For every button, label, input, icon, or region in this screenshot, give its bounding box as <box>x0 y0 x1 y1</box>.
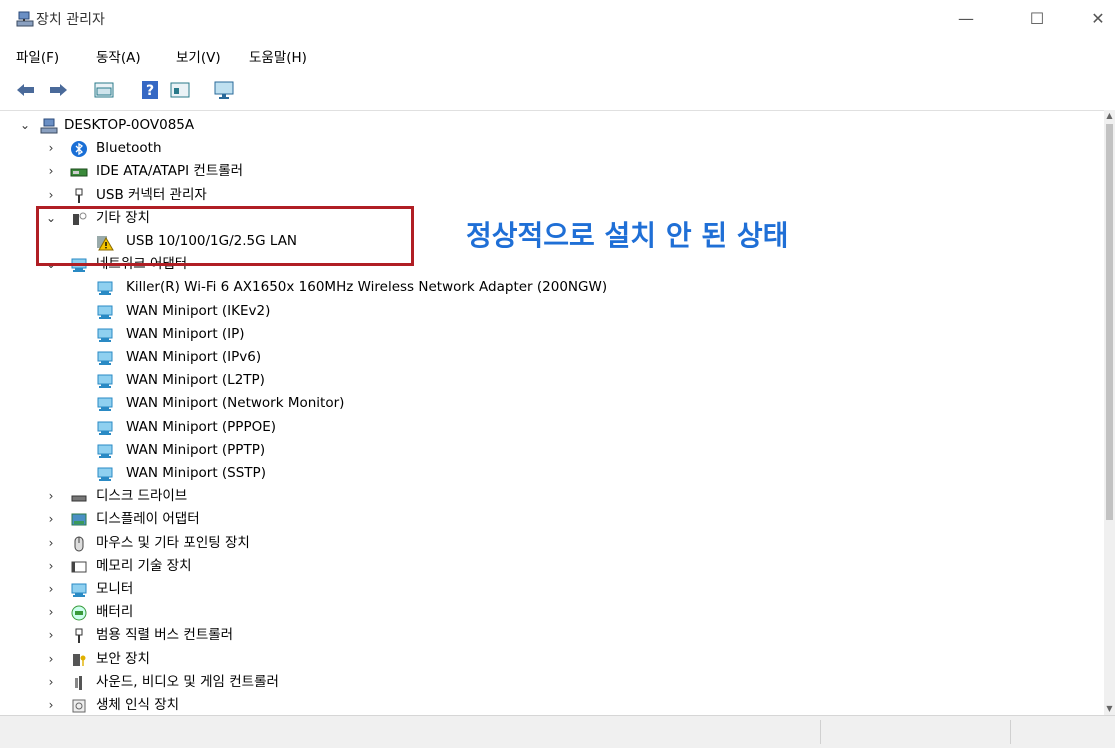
mouse-icon <box>74 536 84 552</box>
tree-label: 사운드, 비디오 및 게임 컨트롤러 <box>96 673 279 690</box>
menu-file[interactable]: 파일(F) <box>16 46 59 66</box>
battery-icon <box>71 605 87 621</box>
root-label: DESKTOP-0OV085A <box>64 117 195 133</box>
chevron-right-icon[interactable]: › <box>44 648 58 671</box>
tree-label: WAN Miniport (IKEv2) <box>126 302 271 319</box>
tree-label: USB 커넥터 관리자 <box>96 186 207 203</box>
monitor-icon[interactable] <box>212 78 236 102</box>
ide-controller-icon <box>70 168 88 177</box>
device-manager-icon <box>16 11 34 27</box>
menu-view[interactable]: 보기(V) <box>176 46 221 66</box>
tree-label: WAN Miniport (PPTP) <box>126 441 266 458</box>
sound-icon <box>75 675 82 690</box>
svg-text:?: ? <box>146 83 154 99</box>
network-adapter-icon <box>97 281 113 296</box>
network-adapter-icon <box>97 467 113 481</box>
network-adapter-icon <box>97 328 113 342</box>
monitor-icon <box>71 583 87 597</box>
menu-help[interactable]: 도움말(H) <box>249 46 307 66</box>
tree-label: WAN Miniport (PPPOE) <box>126 418 277 435</box>
tree-label: 생체 인식 장치 <box>96 697 180 713</box>
chevron-right-icon[interactable]: › <box>44 601 58 624</box>
device-tree[interactable]: ⌄ DESKTOP-0OV085A › Bluetooth › IDE ATA/ATA… <box>0 110 1104 715</box>
chevron-right-icon[interactable]: › <box>44 160 58 183</box>
computer-icon <box>40 118 58 134</box>
chevron-right-icon[interactable]: › <box>44 532 58 555</box>
maximize-button[interactable]: ☐ <box>1017 6 1057 32</box>
bluetooth-icon <box>71 141 87 158</box>
network-adapter-icon <box>97 397 113 412</box>
chevron-down-icon[interactable]: ⌄ <box>18 114 32 137</box>
properties-icon[interactable] <box>92 78 116 102</box>
status-divider <box>820 720 821 744</box>
close-button[interactable]: ✕ <box>1078 6 1115 32</box>
tree-label: 모니터 <box>96 581 134 597</box>
tree-label: WAN Miniport (IPv6) <box>126 349 262 365</box>
scroll-down-icon[interactable]: ▼ <box>1104 703 1115 715</box>
toolbar: ? <box>0 70 1115 111</box>
menu-bar: 파일(F) 동작(A) 보기(V) 도움말(H) <box>0 40 1115 70</box>
help-icon[interactable]: ? <box>138 78 162 102</box>
memory-device-icon <box>71 561 87 573</box>
usb-controller-icon <box>75 628 83 644</box>
tree-label: Killer(R) Wi-Fi 6 AX1650x 160MHz Wireles… <box>126 279 608 296</box>
usb-connector-icon <box>75 188 83 203</box>
tree-label: IDE ATA/ATAPI 컨트롤러 <box>96 163 244 180</box>
chevron-right-icon[interactable]: › <box>44 137 58 160</box>
status-bar <box>0 715 1115 748</box>
network-adapter-icon <box>97 444 113 458</box>
highlight-box <box>36 206 414 266</box>
title-bar: 장치 관리자 — ☐ ✕ <box>0 0 1115 40</box>
back-icon[interactable] <box>14 78 38 102</box>
status-divider <box>1010 720 1011 744</box>
tree-label: 디스플레이 어댑터 <box>96 511 200 528</box>
tree-label: WAN Miniport (SSTP) <box>126 465 266 481</box>
network-adapter-icon <box>97 351 113 365</box>
chevron-right-icon[interactable]: › <box>44 555 58 578</box>
chevron-right-icon[interactable]: › <box>44 578 58 601</box>
vertical-scrollbar[interactable]: ▲ ▼ <box>1104 110 1115 715</box>
tree-label: 배터리 <box>96 604 134 621</box>
display-adapter-icon <box>71 513 87 526</box>
security-device-icon <box>73 653 86 666</box>
network-adapter-icon <box>97 421 113 435</box>
minimize-button[interactable]: — <box>946 6 986 32</box>
tree-label: Bluetooth <box>96 140 162 157</box>
tree-label: WAN Miniport (L2TP) <box>126 372 265 389</box>
tree-label: 디스크 드라이브 <box>96 488 188 505</box>
update-driver-icon[interactable] <box>168 78 192 102</box>
chevron-right-icon[interactable]: › <box>44 485 58 508</box>
window-title: 장치 관리자 <box>36 12 105 28</box>
forward-icon[interactable] <box>46 78 70 102</box>
chevron-right-icon[interactable]: › <box>44 671 58 694</box>
scroll-thumb[interactable] <box>1106 124 1113 520</box>
scroll-up-icon[interactable]: ▲ <box>1104 110 1115 122</box>
network-adapter-icon <box>97 305 113 319</box>
tree-label: WAN Miniport (IP) <box>126 325 245 342</box>
tree-label: 마우스 및 기타 포인팅 장치 <box>96 534 250 551</box>
chevron-right-icon[interactable]: › <box>44 184 58 207</box>
network-adapter-icon <box>97 374 113 389</box>
disk-drive-icon <box>71 495 87 502</box>
tree-label: WAN Miniport (Network Monitor) <box>126 395 345 412</box>
tree-label: 메모리 기술 장치 <box>96 557 192 574</box>
chevron-right-icon[interactable]: › <box>44 508 58 531</box>
annotation-text: 정상적으로 설치 안 된 상태 <box>466 219 789 252</box>
chevron-right-icon[interactable]: › <box>44 694 58 715</box>
menu-action[interactable]: 동작(A) <box>96 46 141 66</box>
biometric-icon <box>72 699 86 713</box>
tree-label: 보안 장치 <box>96 650 150 667</box>
tree-label: 범용 직렬 버스 컨트롤러 <box>96 627 234 644</box>
chevron-right-icon[interactable]: › <box>44 624 58 647</box>
